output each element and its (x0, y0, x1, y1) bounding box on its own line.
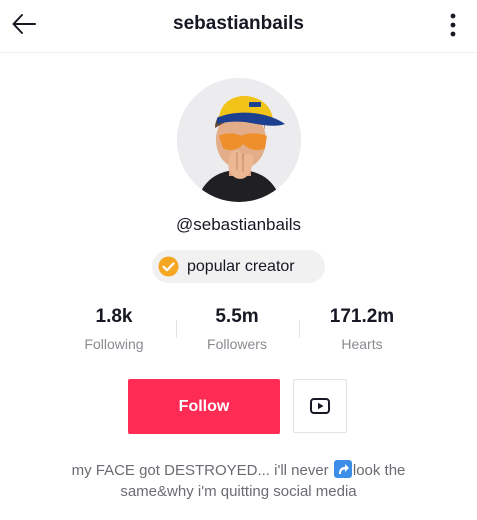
username-handle: @sebastianbails (176, 215, 301, 234)
stat-following[interactable]: 1.8k Following (54, 306, 174, 352)
more-options-icon[interactable] (446, 11, 460, 39)
hearts-count: 171.2m (329, 306, 395, 327)
bio-text: my FACE got DESTROYED... i'll never look… (30, 460, 447, 502)
youtube-button[interactable] (293, 379, 347, 433)
page-title: sebastianbails (173, 13, 304, 34)
stat-followers[interactable]: 5.5m Followers (177, 306, 297, 352)
avatar[interactable] (177, 78, 301, 202)
popular-creator-badge: popular creator (152, 250, 325, 283)
stat-hearts[interactable]: 171.2m Hearts (302, 306, 422, 352)
verified-check-icon (158, 256, 179, 277)
bio-line1-start: my FACE got DESTROYED... i'll never (71, 462, 329, 479)
following-label: Following (84, 336, 144, 352)
header-divider (0, 52, 477, 53)
hearts-label: Hearts (341, 336, 383, 352)
followers-label: Followers (207, 336, 267, 352)
avatar-image (177, 78, 301, 202)
top-bar: sebastianbails (0, 0, 477, 50)
profile-page: sebastianbails @sebastianbails popular c… (0, 0, 477, 520)
bio-line2: same&why i'm quitting social media (120, 483, 357, 500)
bio-line1-end: look the (352, 462, 406, 479)
follow-button[interactable]: Follow (128, 379, 280, 434)
youtube-icon (310, 398, 330, 414)
stat-divider (299, 320, 300, 338)
following-count: 1.8k (95, 306, 133, 327)
followers-count: 5.5m (215, 306, 259, 327)
curved-arrow-emoji-icon (333, 460, 352, 478)
badge-label: popular creator (187, 258, 295, 275)
